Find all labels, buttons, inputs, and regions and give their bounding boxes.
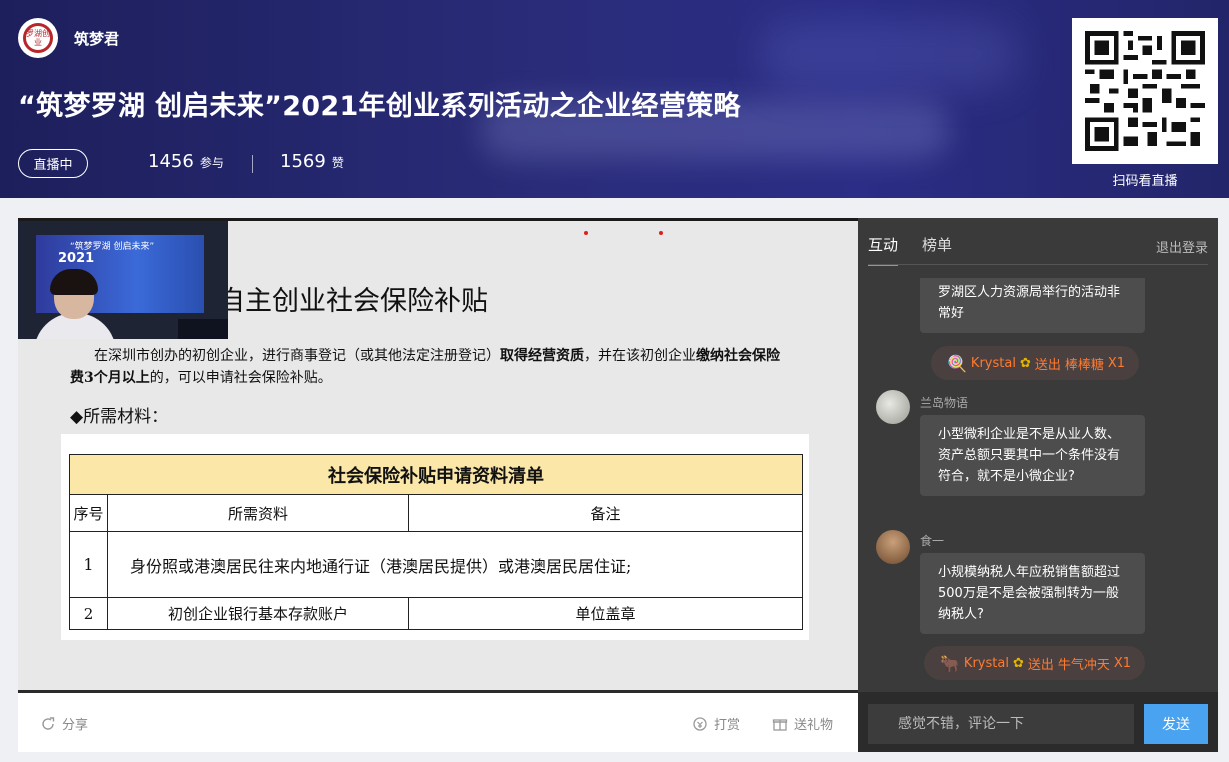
table-row: 1 身份照或港澳居民往来内地通行证（港澳居民提供）或港澳居民居住证;: [69, 531, 803, 598]
send-gift-button[interactable]: 送礼物: [772, 714, 833, 733]
comment-bar: 发送: [858, 692, 1218, 752]
tip-icon: [693, 716, 707, 731]
table-cell: 1: [69, 531, 108, 598]
monitor: [178, 319, 228, 339]
send-button[interactable]: 发送: [1144, 704, 1208, 744]
gift-user: Krystal: [970, 355, 1016, 371]
message-bubble: 小规模纳税人年应税销售额超过500万是不是会被强制转为一般纳税人?: [920, 553, 1145, 634]
tab-interaction[interactable]: 互动: [868, 234, 899, 266]
gift-notice: 🍭 Krystal ✿ 送出 棒棒糖 X1: [931, 346, 1140, 380]
qr-caption: 扫码看直播: [1112, 174, 1178, 189]
host-name[interactable]: 筑梦君: [74, 28, 119, 49]
table-cell: 单位盖章: [408, 597, 803, 630]
slide-text-bold: 取得经营资质: [500, 348, 584, 364]
gift-item: 牛气冲天: [1057, 657, 1110, 673]
divider: [868, 264, 1208, 265]
slide-text: 的，可以申请社会保险补贴。: [149, 370, 332, 386]
participants-unit: 参与: [199, 156, 224, 170]
user-nickname: 食一: [920, 534, 945, 548]
page-title: “筑梦罗湖 创启未来”2021年创业系列活动之企业经营策略: [18, 91, 741, 122]
column-header: 序号: [69, 494, 108, 532]
participants-count: 1456: [148, 151, 194, 172]
message-list[interactable]: 罗湖区人力资源局举行的活动非常好 🍭 Krystal ✿ 送出 棒棒糖 X1 兰…: [858, 278, 1218, 692]
gift-icon: [772, 718, 788, 731]
qr-code: [1072, 18, 1218, 164]
action-bar: 分享 打赏 送礼物: [18, 690, 858, 752]
gift-action: 送出: [1034, 357, 1061, 373]
table-cell: 2: [69, 597, 108, 630]
live-status-badge: 直播中: [18, 149, 88, 178]
share-label: 分享: [62, 718, 89, 733]
bull-icon: 🐂: [940, 653, 960, 673]
live-video-player[interactable]: 自主创业社会保险补贴 在深圳市创办的初创企业，进行商事登记（或其他法定注册登记）…: [18, 218, 858, 690]
flower-icon: ✿: [1012, 655, 1024, 671]
gift-notice: 🐂 Krystal ✿ 送出 牛气冲天 X1: [924, 646, 1146, 680]
gift-label: 送礼物: [794, 718, 834, 733]
slide-paragraph: 在深圳市创办的初创企业，进行商事登记（或其他法定注册登记）取得经营资质，并在该初…: [70, 345, 790, 389]
user-nickname: 兰岛物语: [920, 396, 969, 410]
materials-table: 社会保险补贴申请资料清单 序号 所需资料 备注 1 身份照或港澳居民往来内地通行…: [69, 454, 803, 630]
comment-input[interactable]: [868, 704, 1134, 744]
speaker: [34, 269, 116, 339]
gift-count: X1: [1107, 355, 1126, 371]
qr-code-icon: [1085, 31, 1205, 151]
tab-ranking[interactable]: 榜单: [922, 234, 952, 266]
avatar[interactable]: [876, 530, 910, 564]
likes-stat: 1569 赞: [280, 151, 344, 172]
share-icon: [42, 716, 55, 730]
table-cell: 身份照或港澳居民往来内地通行证（港澳居民提供）或港澳居民居住证;: [107, 531, 803, 598]
participants-stat: 1456 参与: [148, 151, 224, 172]
red-dot: [659, 231, 663, 235]
speaker-hair: [50, 269, 98, 295]
gift-count: X1: [1113, 655, 1132, 671]
backdrop-text: 2021: [58, 251, 95, 266]
column-header: 所需资料: [107, 494, 409, 532]
tip-label: 打赏: [714, 718, 741, 733]
table-cell: 初创企业银行基本存款账户: [107, 597, 409, 630]
blurred-decoration: [760, 20, 1020, 90]
avatar[interactable]: [876, 390, 910, 424]
host-avatar[interactable]: 罗湖创业: [18, 18, 58, 58]
logo-mark: 罗湖创业: [23, 23, 53, 53]
logout-link[interactable]: 退出登录: [1156, 237, 1208, 256]
slide-title: 自主创业社会保险补贴: [218, 286, 488, 317]
lollipop-icon: 🍭: [947, 353, 967, 373]
message-bubble: 小型微利企业是不是从业人数、资产总额只要其中一个条件没有符合，就不是小微企业?: [920, 415, 1145, 496]
table-title: 社会保险补贴申请资料清单: [69, 454, 803, 495]
message-bubble: 罗湖区人力资源局举行的活动非常好: [920, 278, 1145, 333]
share-button[interactable]: 分享: [40, 714, 88, 733]
column-header: 备注: [408, 494, 803, 532]
materials-document: 社会保险补贴申请资料清单 序号 所需资料 备注 1 身份照或港澳居民往来内地通行…: [61, 434, 809, 640]
gift-action: 送出: [1027, 657, 1054, 673]
materials-heading: ◆所需材料：: [70, 407, 169, 427]
table-row: 2 初创企业银行基本存款账户 单位盖章: [69, 597, 803, 630]
chat-panel: 互动 榜单 退出登录 罗湖区人力资源局举行的活动非常好 🍭 Krystal ✿ …: [858, 218, 1218, 752]
speaker-camera: “筑梦罗湖 创启未来” 2021: [18, 221, 228, 339]
flower-icon: ✿: [1019, 355, 1031, 371]
likes-count: 1569: [280, 151, 326, 172]
divider: [252, 155, 253, 173]
likes-unit: 赞: [331, 156, 344, 170]
tip-button[interactable]: 打赏: [692, 714, 740, 733]
slide-text: 在深圳市创办的初创企业，进行商事登记（或其他法定注册登记）: [94, 348, 500, 364]
gift-user: Krystal: [963, 655, 1009, 671]
slide-text: ，并在该初创企业: [584, 348, 696, 364]
red-dot: [584, 231, 588, 235]
gift-item: 棒棒糖: [1064, 357, 1104, 373]
chat-tabs: 互动 榜单: [868, 234, 952, 266]
